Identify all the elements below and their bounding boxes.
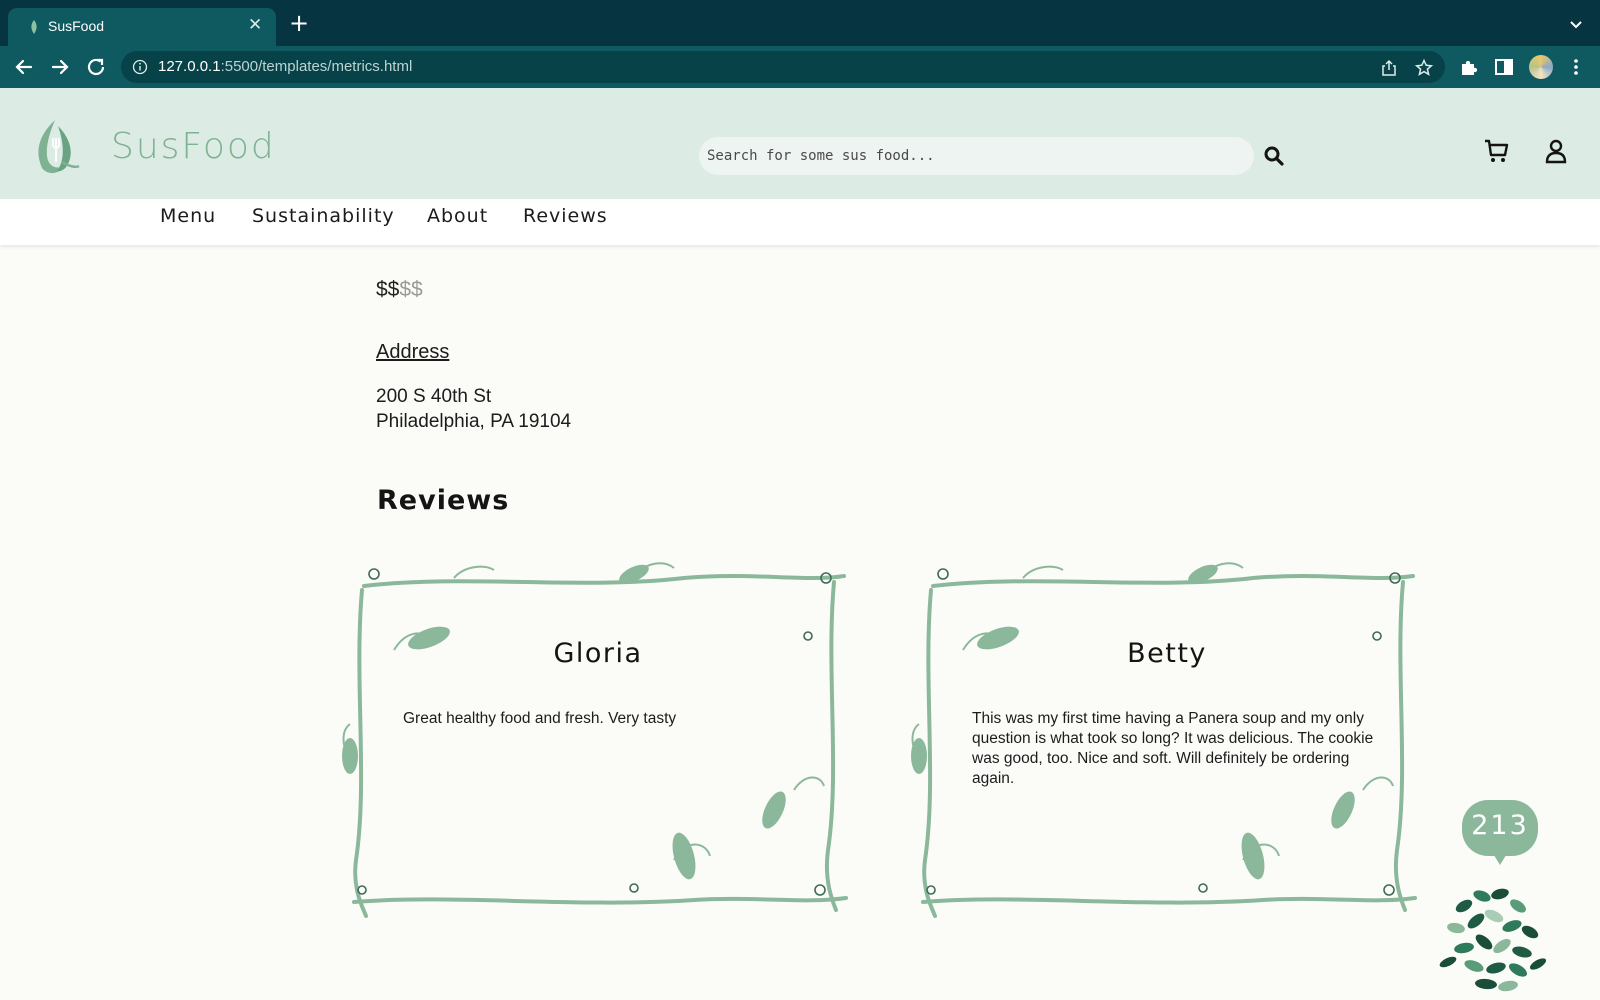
nav-sustainability[interactable]: Sustainability: [252, 205, 395, 227]
brand-name[interactable]: SusFood: [111, 126, 276, 167]
plus-icon[interactable]: +: [289, 11, 309, 35]
share-icon[interactable]: [1379, 58, 1399, 78]
address-bar[interactable]: 127.0.0.1:5500/templates/metrics.html: [121, 51, 1445, 83]
profile-avatar[interactable]: [1529, 55, 1553, 79]
browser-toolbar: 127.0.0.1:5500/templates/metrics.html: [0, 46, 1600, 88]
url-host: 127.0.0.1: [158, 58, 221, 75]
address-line-2: Philadelphia, PA 19104: [376, 411, 572, 432]
search-icon[interactable]: [1262, 144, 1286, 168]
side-panel-icon[interactable]: [1493, 56, 1515, 78]
counter-value: 213: [1471, 810, 1529, 841]
close-icon[interactable]: ✕: [248, 16, 262, 34]
main-nav: Menu Sustainability About Reviews: [0, 199, 1600, 245]
search-input[interactable]: [699, 137, 1254, 175]
forward-arrow-icon[interactable]: [48, 55, 72, 79]
address-line-1: 200 S 40th St: [376, 386, 492, 407]
review-text: Great healthy food and fresh. Very tasty: [403, 710, 677, 727]
site-header: SusFood: [0, 88, 1600, 199]
reviewer-name: Gloria: [553, 638, 643, 669]
user-icon[interactable]: [1542, 137, 1570, 165]
reviews-heading: Reviews: [377, 485, 510, 516]
price-inactive: $$: [399, 278, 423, 301]
browser-tab[interactable]: SusFood ✕: [8, 8, 276, 46]
leaf-fork-logo-icon[interactable]: [30, 116, 80, 178]
reviewer-name: Betty: [1127, 638, 1207, 669]
puzzle-icon[interactable]: [1458, 56, 1480, 78]
nav-menu[interactable]: Menu: [160, 205, 216, 227]
tab-title: SusFood: [48, 18, 105, 34]
back-arrow-icon[interactable]: [12, 55, 36, 79]
reload-icon[interactable]: [84, 55, 108, 79]
bubble-tail-icon: [1492, 852, 1508, 865]
info-icon[interactable]: [132, 59, 148, 75]
chevron-down-icon[interactable]: [1566, 14, 1586, 34]
nav-about[interactable]: About: [427, 205, 488, 227]
cart-icon[interactable]: [1483, 137, 1511, 165]
vine-frame-decoration: [342, 562, 848, 918]
star-icon[interactable]: [1414, 58, 1434, 78]
browser-tab-bar: SusFood ✕ +: [0, 0, 1600, 46]
nav-reviews[interactable]: Reviews: [523, 205, 608, 227]
review-card: Gloria Great healthy food and fresh. Ver…: [334, 560, 862, 932]
url-text: 127.0.0.1:5500/templates/metrics.html: [158, 58, 412, 75]
review-text: This was my first time having a Panera s…: [972, 710, 1374, 787]
address-heading: Address: [376, 341, 450, 363]
plant-counter-widget[interactable]: 213: [1434, 794, 1552, 1000]
leaf-favicon-icon: [31, 20, 37, 34]
price-active: $$: [376, 278, 400, 301]
url-path: :5500/templates/metrics.html: [220, 58, 413, 75]
review-card: Betty This was my first time having a Pa…: [903, 560, 1431, 932]
price-level: $$$$: [376, 278, 423, 302]
more-menu-icon[interactable]: [1565, 56, 1587, 78]
plant-bush-icon: [1439, 888, 1547, 992]
